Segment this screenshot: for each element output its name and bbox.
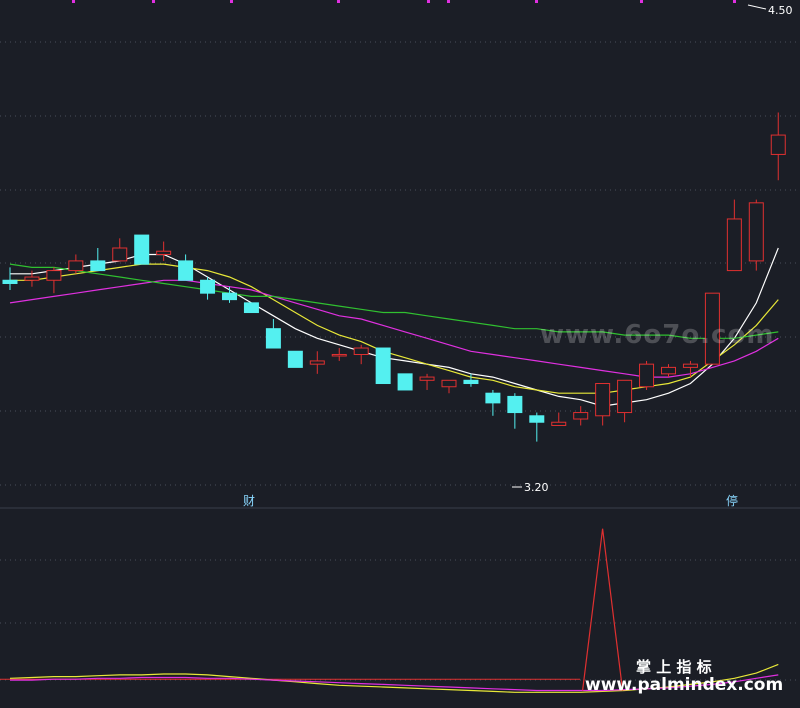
candle-body-33 <box>726 218 742 272</box>
candle-body-0 <box>2 279 18 284</box>
candle-body-6 <box>134 234 150 265</box>
candle-body-9 <box>200 279 216 294</box>
top-dot-1 <box>152 0 155 3</box>
top-dot-3 <box>337 0 340 3</box>
candle-body-27 <box>595 383 611 417</box>
candle-body-31 <box>682 363 698 368</box>
candle-body-21 <box>463 379 479 385</box>
candle-body-19 <box>419 376 435 381</box>
candle-body-7 <box>156 250 172 255</box>
candle-body-16 <box>353 347 369 355</box>
candle-body-2 <box>46 270 62 281</box>
top-dot-5 <box>447 0 450 3</box>
candle-body-8 <box>178 260 194 281</box>
watermark-bottom-url: www.palmindex.com <box>585 675 783 695</box>
candle-body-10 <box>222 292 237 301</box>
candle-body-1 <box>24 276 40 281</box>
candle-body-35 <box>770 134 786 155</box>
top-dot-0 <box>72 0 75 3</box>
candle-body-28 <box>617 379 633 414</box>
candle-body-17 <box>375 347 391 385</box>
candle-body-15 <box>331 353 347 357</box>
candle-body-23 <box>507 395 523 414</box>
marker-left: 财 <box>243 494 255 508</box>
candlestick-chart: 4.50 3.20 财 停 www.6o7o.com 掌 上 指 标 www.p… <box>0 0 800 695</box>
watermark-bottom-cn: 掌 上 指 标 <box>636 658 712 676</box>
low-price-label: 3.20 <box>524 481 549 494</box>
candle-body-34 <box>748 202 764 262</box>
marker-right: 停 <box>726 493 738 508</box>
candle-body-22 <box>485 392 501 404</box>
watermark-top: www.6o7o.com <box>540 320 774 350</box>
candle-body-29 <box>639 363 655 388</box>
candle-body-12 <box>265 328 281 349</box>
candle-body-18 <box>397 373 413 391</box>
top-dot-6 <box>535 0 538 3</box>
candle-body-30 <box>661 366 676 375</box>
top-dot-2 <box>230 0 233 3</box>
candle-body-11 <box>243 302 259 314</box>
high-pointer <box>747 4 767 10</box>
candle-body-25 <box>551 421 567 426</box>
candle-body-24 <box>529 415 545 423</box>
top-dot-4 <box>427 0 430 3</box>
candles <box>2 4 786 488</box>
candle-body-13 <box>287 350 303 368</box>
candle-body-5 <box>112 247 128 262</box>
candle-body-4 <box>90 260 106 272</box>
candle-body-14 <box>309 360 325 365</box>
candle-body-20 <box>441 379 457 388</box>
top-dot-7 <box>640 0 643 3</box>
candle-body-3 <box>68 260 84 272</box>
indicator-spike <box>582 528 624 691</box>
candle-body-26 <box>573 412 589 420</box>
top-dot-8 <box>733 0 736 3</box>
high-price-label: 4.50 <box>768 4 793 17</box>
